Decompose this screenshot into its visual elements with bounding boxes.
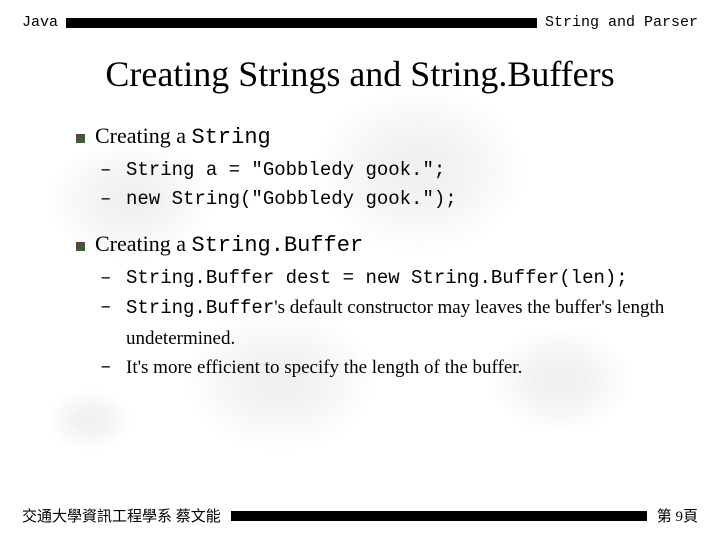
header-left: Java: [22, 14, 58, 31]
page-title: Creating Strings and String.Buffers: [0, 53, 720, 95]
section-head-text: Creating a: [95, 231, 192, 256]
sublist: – String.Buffer dest = new String.Buffer…: [100, 264, 720, 383]
footer-page-number: 第 9頁: [657, 505, 698, 526]
text-line: String.Buffer's default constructor may …: [126, 293, 720, 353]
list-item: – String.Buffer dest = new String.Buffer…: [100, 264, 720, 293]
header-rule: [66, 18, 537, 28]
section-head-mono: String: [192, 125, 271, 150]
inline-code: String.Buffer: [126, 297, 274, 319]
section-creating-string: Creating a String – String a = "Gobbledy…: [76, 123, 720, 215]
code-line: String.Buffer dest = new String.Buffer(l…: [126, 264, 628, 293]
header-right: String and Parser: [545, 14, 698, 31]
list-item: – new String("Gobbledy gook.");: [100, 185, 720, 214]
list-item: – String.Buffer's default constructor ma…: [100, 293, 720, 353]
section-head-text: Creating a: [95, 123, 192, 148]
footer-rule: [231, 511, 647, 521]
list-item: – String a = "Gobbledy gook.";: [100, 156, 720, 185]
slide-content: Java String and Parser Creating Strings …: [0, 0, 720, 383]
section-head-mono: String.Buffer: [192, 233, 364, 258]
section-creating-stringbuffer: Creating a String.Buffer – String.Buffer…: [76, 231, 720, 383]
dash-icon: –: [100, 293, 126, 353]
list-item: – It's more efficient to specify the len…: [100, 353, 720, 382]
dash-icon: –: [100, 353, 126, 382]
section-head: Creating a String: [76, 123, 720, 150]
section-head: Creating a String.Buffer: [76, 231, 720, 258]
footer-bar: 交通大學資訊工程學系 蔡文能 第 9頁: [22, 505, 698, 526]
sublist: – String a = "Gobbledy gook."; – new Str…: [100, 156, 720, 215]
footer-left: 交通大學資訊工程學系 蔡文能: [22, 505, 221, 526]
text-line: It's more efficient to specify the lengt…: [126, 353, 522, 382]
square-bullet-icon: [76, 134, 85, 143]
square-bullet-icon: [76, 242, 85, 251]
code-line: new String("Gobbledy gook.");: [126, 185, 457, 214]
dash-icon: –: [100, 264, 126, 293]
header-bar: Java String and Parser: [0, 0, 720, 31]
code-line: String a = "Gobbledy gook.";: [126, 156, 445, 185]
dash-icon: –: [100, 185, 126, 214]
dash-icon: –: [100, 156, 126, 185]
